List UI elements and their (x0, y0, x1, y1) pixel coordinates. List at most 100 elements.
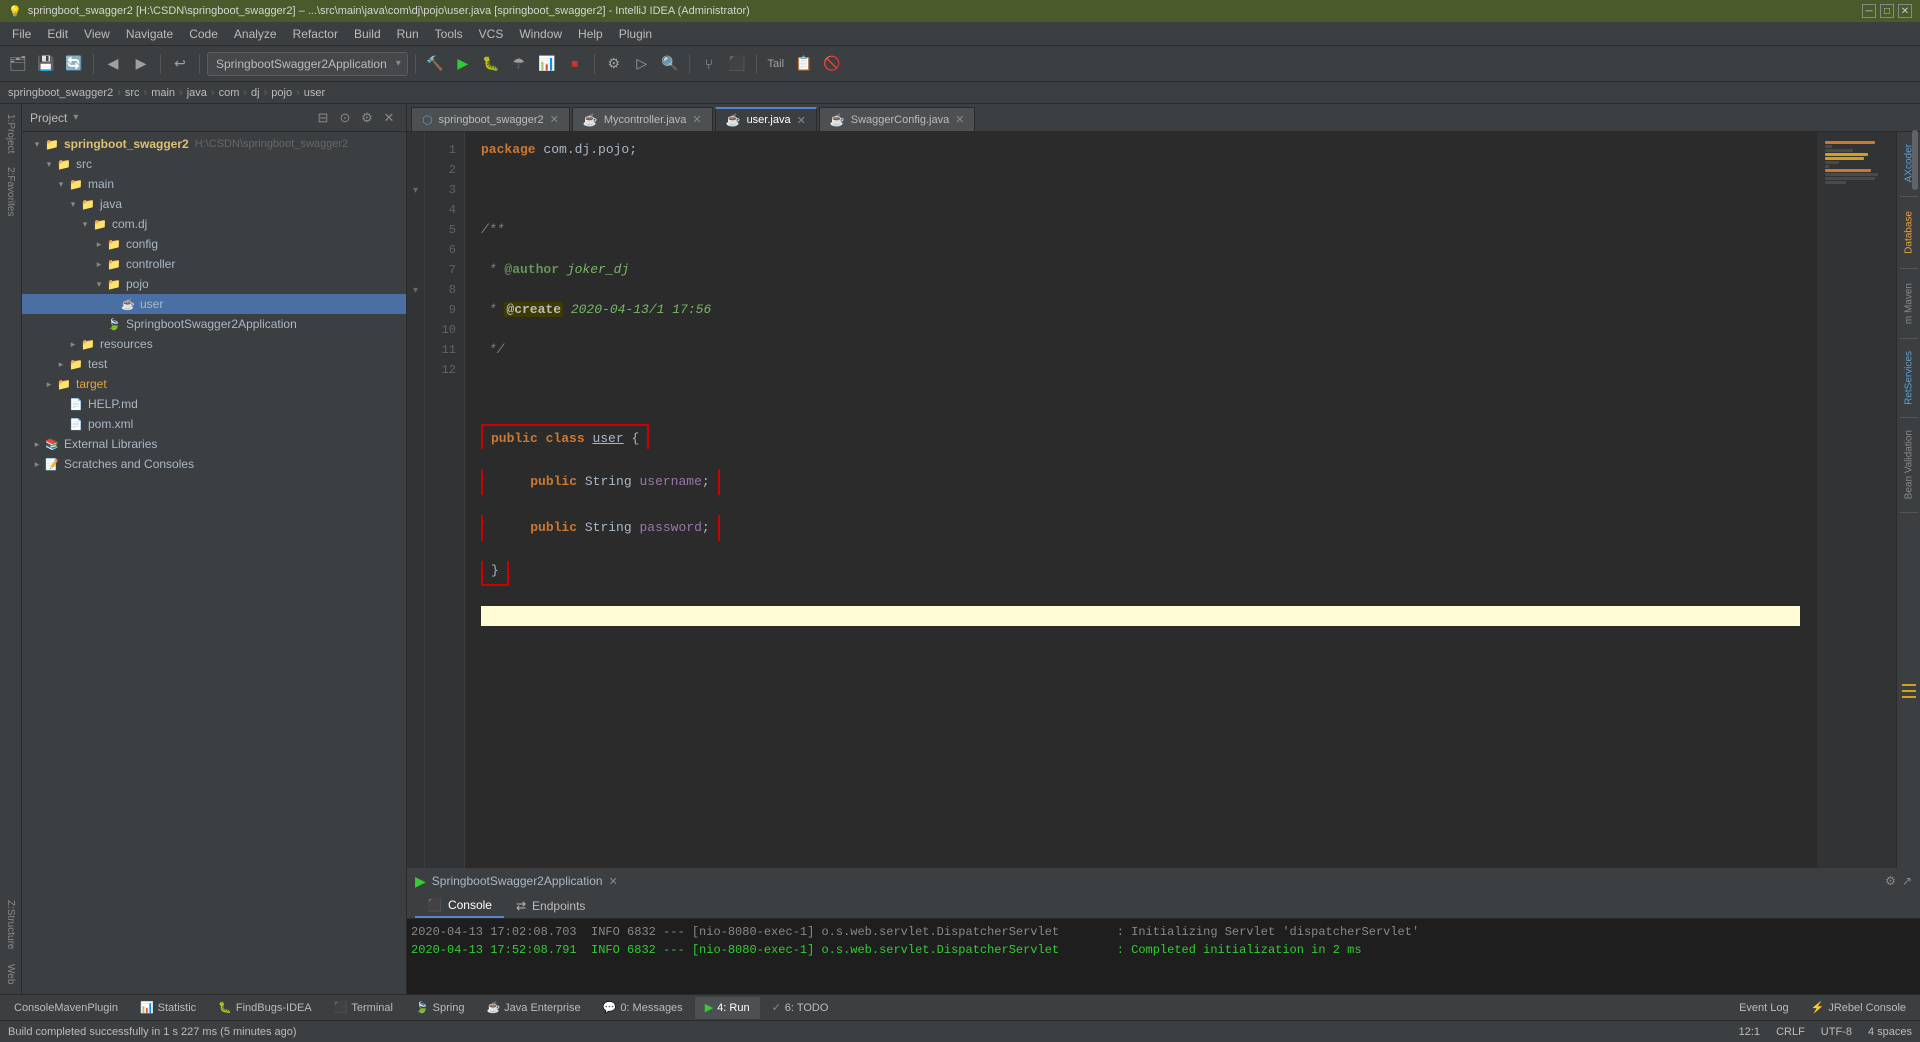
tab-close-user[interactable]: ✕ (797, 114, 806, 127)
beanvalidation-btn[interactable]: Bean Validation (1898, 424, 1920, 505)
breadcrumb-project[interactable]: springboot_swagger2 (8, 87, 113, 99)
code-editor[interactable]: 1 2 3 4 5 6 7 8 9 10 11 12 (425, 132, 1816, 868)
tab-mycontroller[interactable]: ☕ Mycontroller.java ✕ (572, 107, 713, 131)
action-run[interactable]: ▶ 4: Run (695, 997, 760, 1019)
menu-file[interactable]: File (4, 25, 39, 43)
strip-web[interactable]: Web (3, 958, 18, 990)
menu-run[interactable]: Run (389, 25, 427, 43)
close-button[interactable]: ✕ (1898, 4, 1912, 18)
code-content[interactable]: package com.dj.pojo; /** * @author joker… (465, 132, 1816, 868)
tree-item-scratches[interactable]: ▸ 📝 Scratches and Consoles (22, 454, 406, 474)
gutter-fold-3[interactable]: ▾ (409, 180, 422, 200)
collapse-all-icon[interactable]: ⊟ (314, 109, 332, 127)
action-statistic[interactable]: 📊 Statistic (130, 997, 206, 1019)
breadcrumb-pojo[interactable]: pojo (271, 87, 292, 99)
action-eventlog[interactable]: Event Log (1729, 997, 1799, 1019)
action-messages[interactable]: 💬 0: Messages (593, 997, 693, 1019)
tree-item-extlibs[interactable]: ▸ 📚 External Libraries (22, 434, 406, 454)
breadcrumb-main[interactable]: main (151, 87, 175, 99)
menu-code[interactable]: Code (181, 25, 226, 43)
toolbar-profile-btn[interactable]: 📊 (535, 52, 559, 76)
strip-structure[interactable]: Z:Structure (3, 894, 18, 955)
action-findbugs[interactable]: 🐛 FindBugs-IDEA (208, 997, 322, 1019)
project-dropdown-arrow[interactable]: ▾ (73, 112, 78, 123)
bottom-settings-icon[interactable]: ⚙ (1885, 874, 1896, 888)
toolbar-run2-btn[interactable]: ▷ (630, 52, 654, 76)
project-close-icon[interactable]: ✕ (380, 109, 398, 127)
tree-item-resources[interactable]: ▸ 📁 resources (22, 334, 406, 354)
locate-icon[interactable]: ⊙ (336, 109, 354, 127)
toolbar-stop-btn[interactable]: ⏹ (563, 52, 587, 76)
strip-project[interactable]: 1:Project (3, 108, 18, 159)
tree-item-controller[interactable]: ▸ 📁 controller (22, 254, 406, 274)
toolbar-terminal-btn[interactable]: ⬛ (725, 52, 749, 76)
toolbar-save-btn[interactable]: 💾 (34, 52, 58, 76)
minimize-button[interactable]: ─ (1862, 4, 1876, 18)
tab-endpoints[interactable]: ⇄ Endpoints (504, 894, 597, 918)
menu-analyze[interactable]: Analyze (226, 25, 285, 43)
toolbar-run-green-btn[interactable]: ▶ (451, 52, 475, 76)
menu-build[interactable]: Build (346, 25, 389, 43)
breadcrumb-src[interactable]: src (125, 87, 140, 99)
breadcrumb-java[interactable]: java (187, 87, 207, 99)
tree-item-help[interactable]: 📄 HELP.md (22, 394, 406, 414)
tree-item-main[interactable]: ▾ 📁 main (22, 174, 406, 194)
menu-window[interactable]: Window (511, 25, 570, 43)
action-spring[interactable]: 🍃 Spring (405, 997, 475, 1019)
toolbar-forward-btn[interactable]: ▶ (129, 52, 153, 76)
status-indent[interactable]: 4 spaces (1868, 1026, 1912, 1038)
toolbar-build-btn[interactable]: 🔨 (423, 52, 447, 76)
tree-item-user[interactable]: ☕ user (22, 294, 406, 314)
menu-navigate[interactable]: Navigate (118, 25, 181, 43)
toolbar-tail-btn[interactable]: Tail (764, 52, 788, 76)
tree-item-root[interactable]: ▾ 📁 springboot_swagger2 H:\CSDN\springbo… (22, 134, 406, 154)
toolbar-debug-btn[interactable]: 🐛 (479, 52, 503, 76)
toolbar-tools2-btn[interactable]: 📋 (792, 52, 816, 76)
toolbar-coverage-btn[interactable]: ☂ (507, 52, 531, 76)
settings-icon[interactable]: ⚙ (358, 109, 376, 127)
status-encoding[interactable]: UTF-8 (1821, 1026, 1852, 1038)
action-todo[interactable]: ✓ 6: TODO (762, 997, 839, 1019)
run-close-icon[interactable]: ✕ (609, 875, 618, 888)
maximize-button[interactable]: □ (1880, 4, 1894, 18)
editor-area[interactable]: 1 2 3 4 5 6 7 8 9 10 11 12 (425, 132, 1816, 868)
retservices-btn[interactable]: RetServices (1898, 345, 1920, 411)
tree-item-config[interactable]: ▸ 📁 config (22, 234, 406, 254)
breadcrumb-user[interactable]: user (304, 87, 325, 99)
action-terminal[interactable]: ⬛ Terminal (324, 997, 403, 1019)
tree-item-test[interactable]: ▸ 📁 test (22, 354, 406, 374)
toolbar-sync-btn[interactable]: 🔄 (62, 52, 86, 76)
tab-console[interactable]: ⬛ Console (415, 894, 504, 918)
tree-item-java[interactable]: ▾ 📁 java (22, 194, 406, 214)
strip-favorites[interactable]: 2:Favorites (3, 161, 18, 222)
tab-close-mycontroller[interactable]: ✕ (692, 113, 701, 126)
action-consolemaven[interactable]: ConsoleMavenPlugin (4, 997, 128, 1019)
database-btn[interactable]: Database (1898, 203, 1920, 262)
menu-help[interactable]: Help (570, 25, 611, 43)
breadcrumb-com[interactable]: com (219, 87, 240, 99)
tab-swaggerconfig[interactable]: ☕ SwaggerConfig.java ✕ (819, 107, 976, 131)
status-line-ending[interactable]: CRLF (1776, 1026, 1805, 1038)
menu-edit[interactable]: Edit (39, 25, 76, 43)
tree-item-springapp[interactable]: 🍃 SpringbootSwagger2Application (22, 314, 406, 334)
tab-springboot-swagger2[interactable]: ⬡ springboot_swagger2 ✕ (411, 107, 570, 131)
toolbar-run-config-btn[interactable]: ⚙ (602, 52, 626, 76)
status-position[interactable]: 12:1 (1739, 1026, 1760, 1038)
tab-close-module[interactable]: ✕ (550, 113, 559, 126)
project-dropdown[interactable]: SpringbootSwagger2Application ▾ (207, 52, 408, 76)
toolbar-back-btn[interactable]: ◀ (101, 52, 125, 76)
tree-item-pojo[interactable]: ▾ 📁 pojo (22, 274, 406, 294)
tree-item-pom[interactable]: 📄 pom.xml (22, 414, 406, 434)
menu-view[interactable]: View (76, 25, 118, 43)
menu-plugin[interactable]: Plugin (611, 25, 660, 43)
tree-item-comdj[interactable]: ▾ 📁 com.dj (22, 214, 406, 234)
toolbar-vcs-btn[interactable]: ⑂ (697, 52, 721, 76)
toolbar-search-btn[interactable]: 🔍 (658, 52, 682, 76)
bottom-expand-icon[interactable]: ↗ (1902, 874, 1912, 888)
tree-item-src[interactable]: ▾ 📁 src (22, 154, 406, 174)
axcoder-btn[interactable]: AXcoder (1898, 136, 1920, 190)
breadcrumb-dj[interactable]: dj (251, 87, 260, 99)
toolbar-disable-btn[interactable]: 🚫 (820, 52, 844, 76)
menu-vcs[interactable]: VCS (471, 25, 512, 43)
action-jrebelconsole[interactable]: ⚡ JRebel Console (1801, 997, 1916, 1019)
